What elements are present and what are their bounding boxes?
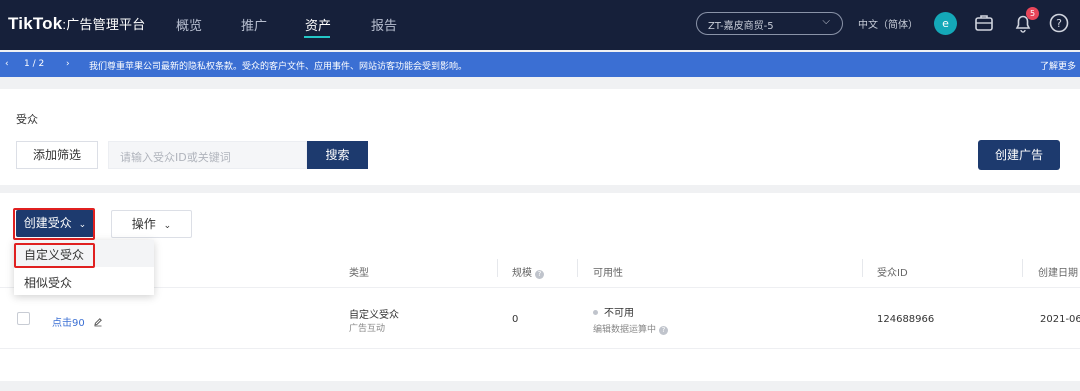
edit-icon[interactable] [93,317,103,327]
row-checkbox[interactable] [17,312,30,325]
learn-more-link[interactable]: 了解更多 [1040,59,1076,72]
chevron-down-icon: ⌵ [822,16,830,27]
audience-name[interactable]: 点击90 [52,314,103,329]
briefcase-icon[interactable] [973,12,995,34]
language-selector[interactable]: 中文（简体） [858,16,918,31]
add-filter-button[interactable]: 添加筛选 [16,141,98,169]
nav-reports[interactable]: 报告 [371,15,397,34]
cell-type-sub: 广告互动 [349,324,386,334]
column-divider [862,259,863,277]
row-divider [0,348,1080,349]
nav-assets[interactable]: 资产 [305,15,331,34]
cell-size: 0 [512,314,519,325]
header-divider [0,287,1080,288]
cell-created-date: 2021-06- [1040,314,1080,325]
column-divider [497,259,498,277]
help-icon[interactable]: ? [1048,12,1070,34]
chevron-right-icon[interactable]: › [66,59,70,69]
notice-banner: ‹ 1 / 2 › 我们尊重苹果公司最新的隐私权条款。受众的客户文件、应用事件、… [0,52,1080,77]
notice-pager: 1 / 2 [24,59,45,69]
menu-item-lookalike-audience[interactable]: 相似受众 [14,268,154,295]
search-input[interactable]: 请输入受众ID或关键词 [108,141,307,169]
filter-panel: 受众 添加筛选 请输入受众ID或关键词 搜索 创建广告 [0,89,1080,185]
column-header-created-date[interactable]: 创建日期 [1038,264,1078,279]
column-header-availability[interactable]: 可用性 [593,264,623,279]
section-title: 受众 [16,113,38,126]
search-button[interactable]: 搜索 [307,141,368,169]
status-dot [593,310,598,315]
question-icon[interactable]: ? [659,326,669,335]
nav-promotion[interactable]: 推广 [241,15,267,34]
avatar[interactable]: e [934,12,957,35]
column-header-size[interactable]: 规模? [512,264,544,279]
highlight-box [13,208,95,240]
active-nav-indicator [304,36,330,38]
operations-button[interactable]: 操作 ⌄ [111,210,192,238]
account-selector[interactable]: ZT-嘉皮商贸-5 ⌵ [696,12,843,35]
column-divider [577,259,578,277]
account-name: ZT-嘉皮商贸-5 [708,21,774,32]
cell-availability-sub: 编辑数据运算中? [593,322,669,335]
brand-logo[interactable]: TikTok:广告管理平台 [8,14,145,34]
chevron-down-icon: ⌄ [163,221,172,231]
highlight-box [14,243,95,268]
question-icon[interactable]: ? [535,270,544,279]
create-ad-button[interactable]: 创建广告 [978,140,1060,170]
svg-text:?: ? [1056,17,1062,30]
column-header-type[interactable]: 类型 [349,264,369,279]
column-header-audience-id[interactable]: 受众ID [877,264,908,279]
chevron-left-icon[interactable]: ‹ [5,59,9,69]
notification-badge: 5 [1026,7,1039,20]
cell-type: 自定义受众 [349,310,399,321]
cell-audience-id: 124688966 [877,314,935,325]
column-divider [1022,259,1023,277]
audience-table-panel: 创建受众 ⌄ 操作 ⌄ 类型 规模? 可用性 受众ID 创建日期 点击90 自定… [0,193,1080,381]
notice-text: 我们尊重苹果公司最新的隐私权条款。受众的客户文件、应用事件、网站访客功能会受到影… [89,62,468,72]
top-navigation-bar: TikTok:广告管理平台 概览 推广 资产 报告 ZT-嘉皮商贸-5 ⌵ 中文… [0,0,1080,50]
cell-availability: 不可用 [593,304,634,319]
nav-overview[interactable]: 概览 [176,15,202,34]
